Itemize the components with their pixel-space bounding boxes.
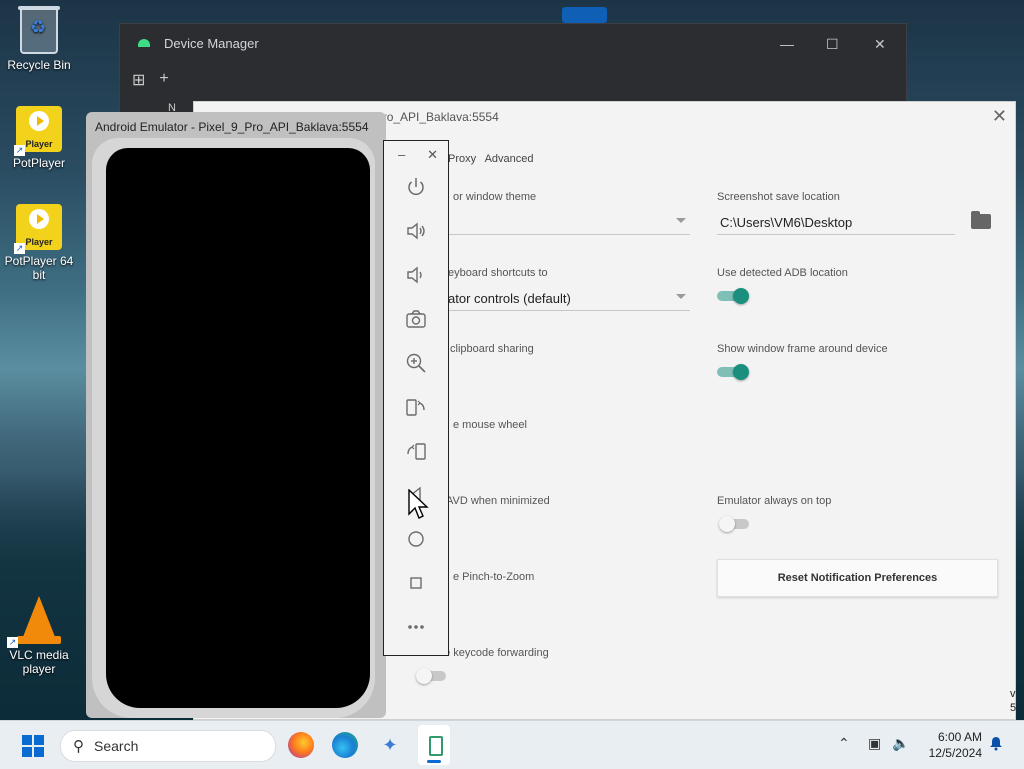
volume-down-icon[interactable] [404, 263, 428, 287]
add-device-icon[interactable]: + [159, 70, 168, 90]
mouse-cursor-icon [408, 489, 429, 519]
clipboard-label: clipboard sharing [450, 343, 534, 355]
network-icon[interactable]: ▣ [868, 735, 881, 752]
potplayer64-shortcut[interactable]: Player ↗ PotPlayer 64 bit [1, 204, 77, 282]
screenshot-location-label: Screenshot save location [717, 191, 840, 203]
keycode-forwarding-toggle[interactable] [416, 668, 450, 684]
pinch-zoom-label: e Pinch-to-Zoom [453, 571, 535, 583]
shortcuts-select[interactable]: ator controls (default) [448, 288, 690, 311]
settings-tabs: Proxy Advanced [448, 153, 540, 165]
search-icon: ⚲ [73, 738, 84, 755]
zoom-icon[interactable] [404, 351, 428, 375]
always-on-top-toggle[interactable] [719, 516, 753, 532]
home-icon[interactable] [404, 527, 428, 551]
vlc-label: VLC media player [9, 648, 69, 676]
rotate-right-icon[interactable] [404, 439, 428, 463]
toolbar-minimize-button[interactable]: – [398, 147, 405, 163]
window-frame-toggle[interactable] [717, 364, 751, 380]
theme-label: or window theme [453, 191, 537, 203]
search-box[interactable]: ⚲ Search [60, 730, 276, 762]
android-studio-icon [138, 39, 150, 47]
camera-icon[interactable] [404, 307, 428, 331]
overview-icon[interactable] [404, 571, 428, 595]
device-frame [92, 138, 375, 718]
screenshot-location-field[interactable]: C:\Users\VM6\Desktop [717, 212, 955, 235]
avd-minimized-label: AVD when minimized [446, 495, 550, 507]
rotate-left-icon[interactable] [404, 395, 428, 419]
background-window-tab [562, 7, 607, 23]
reset-notification-button[interactable]: Reset Notification Preferences [717, 559, 998, 597]
chevron-up-icon[interactable]: ⌃ [838, 735, 850, 752]
close-button[interactable]: ✕ [874, 36, 886, 53]
edge-icon[interactable] [332, 732, 358, 758]
clock[interactable]: 6:00 AM 12/5/2024 [920, 729, 982, 761]
recycle-bin-icon: ♻ [18, 6, 60, 54]
emulator-title: Android Emulator - Pixel_9_Pro_API_Bakla… [95, 120, 369, 134]
chevron-down-icon [676, 294, 686, 299]
recycle-bin-label: Recycle Bin [7, 58, 71, 72]
emulator-window: Android Emulator - Pixel_9_Pro_API_Bakla… [86, 112, 386, 718]
device-manager-title: Device Manager [164, 35, 259, 51]
window-frame-label: Show window frame around device [717, 343, 888, 355]
mouse-wheel-label: e mouse wheel [453, 419, 527, 431]
power-icon[interactable] [404, 175, 428, 199]
emulator-toolbar: – ✕ [383, 140, 449, 656]
phone-icon [429, 736, 443, 756]
more-icon[interactable] [404, 615, 428, 639]
emulator-taskbar-button[interactable] [418, 725, 450, 765]
adb-location-toggle[interactable] [717, 288, 751, 304]
clock-date: 12/5/2024 [928, 746, 982, 760]
vlc-shortcut[interactable]: ↗ VLC media player [1, 596, 77, 676]
notification-bell-icon[interactable] [988, 735, 1004, 754]
always-on-top-label: Emulator always on top [717, 495, 832, 507]
recycle-bin-shortcut[interactable]: ♻ Recycle Bin [1, 6, 77, 72]
theme-select[interactable] [448, 212, 690, 235]
chevron-down-icon [676, 218, 686, 223]
taskbar: ⚲ Search ✦ ⌃ ▣ 🔈 6:00 AM 12/5/2024 [0, 720, 1024, 769]
tab-proxy[interactable]: Proxy [448, 153, 476, 165]
toolbar-close-button[interactable]: ✕ [427, 147, 438, 163]
device-list-icon[interactable]: ⊞ [132, 70, 145, 90]
device-screen[interactable] [106, 148, 370, 708]
close-icon[interactable]: ✕ [992, 106, 1007, 127]
shortcuts-label: eyboard shortcuts to [448, 267, 548, 279]
minimize-button[interactable]: — [780, 36, 794, 52]
speaker-icon[interactable]: 🔈 [892, 735, 909, 752]
search-placeholder: Search [94, 738, 139, 754]
tab-advanced[interactable]: Advanced [485, 153, 534, 165]
potplayer64-label: PotPlayer 64 bit [4, 254, 74, 282]
potplayer-shortcut[interactable]: Player ↗ PotPlayer [1, 106, 77, 170]
adb-location-label: Use detected ADB location [717, 267, 848, 279]
potplayer64-icon: Player ↗ [14, 204, 62, 254]
potplayer-label: PotPlayer [12, 156, 66, 170]
clock-time: 6:00 AM [937, 730, 982, 744]
edge-text: v 5 [1010, 688, 1017, 714]
android-studio-taskbar-icon[interactable]: ✦ [377, 732, 403, 758]
volume-up-icon[interactable] [404, 219, 428, 243]
potplayer-icon: Player ↗ [14, 106, 62, 156]
vlc-icon: ↗ [7, 596, 61, 648]
maximize-button[interactable]: ☐ [826, 36, 839, 53]
folder-icon[interactable] [971, 211, 991, 229]
start-button[interactable] [22, 735, 44, 757]
firefox-icon[interactable] [288, 732, 314, 758]
